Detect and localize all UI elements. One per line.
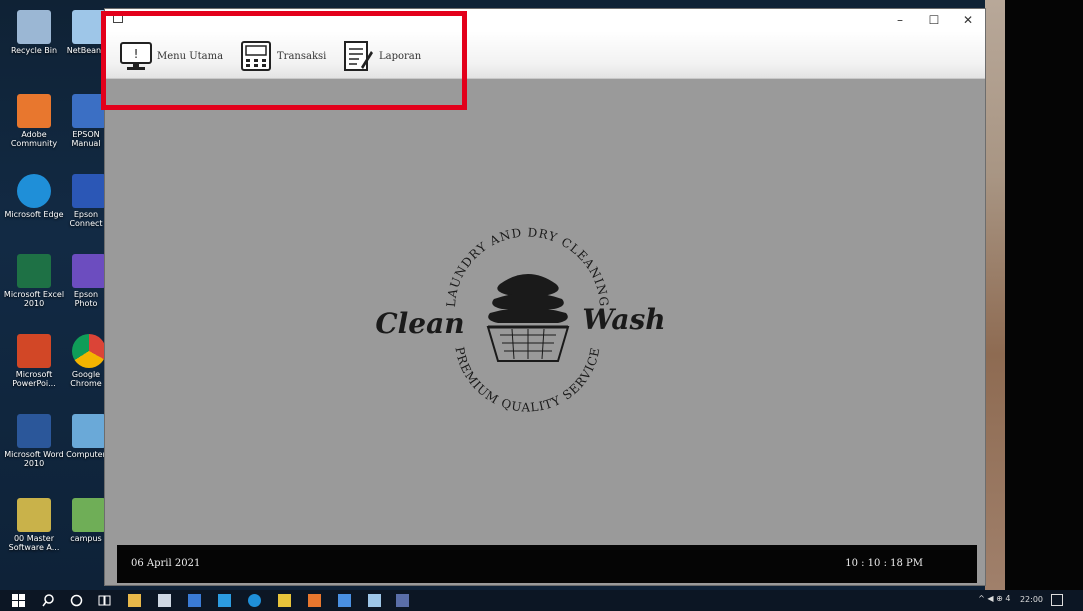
desktop-icon-label: 00 Master Software A... (8, 534, 60, 552)
system-tray[interactable]: ^ ◀ ⊕ 4 (978, 594, 1013, 603)
epson-connect-icon (72, 174, 106, 208)
desktop-icon-label: Microsoft Edge (4, 210, 64, 219)
status-time: 10 : 10 : 18 PM (845, 558, 923, 569)
adobe-icon (17, 94, 51, 128)
desktop-icon-excel[interactable]: Microsoft Excel 2010 (2, 250, 66, 324)
excel-icon (17, 254, 51, 288)
desktop-icon-label: campus (70, 534, 102, 543)
logo-word-clean: Clean (375, 307, 464, 340)
laundry-basket-icon (486, 274, 570, 362)
desktop-icon-epson-manual[interactable]: EPSON Manual (66, 90, 106, 164)
desktop-icon-label: Computer (66, 450, 106, 459)
store-icon[interactable] (158, 594, 171, 607)
desktop-icon-recycle-bin[interactable]: Recycle Bin (2, 6, 66, 80)
mail-icon[interactable] (188, 594, 201, 607)
desktop-icon-label: Recycle Bin (10, 46, 58, 55)
desktop-icon-label: NetBeans (66, 46, 106, 55)
app-taskbar-icon[interactable] (308, 594, 321, 607)
close-button[interactable]: ✕ (951, 9, 985, 31)
desktop-icon-epson-connect[interactable]: Epson Connect (66, 170, 106, 244)
notification-icon[interactable] (1051, 594, 1063, 606)
computer-icon (72, 414, 106, 448)
desktop-icon-label: Epson Connect (69, 210, 103, 228)
file-explorer-icon[interactable] (128, 594, 141, 607)
chrome-taskbar-icon[interactable] (278, 594, 291, 607)
java-app-taskbar-icon[interactable] (368, 594, 381, 607)
desktop-icon-epson-photo[interactable]: Epson Photo (66, 250, 106, 324)
netbeans-taskbar-icon[interactable] (338, 594, 351, 607)
desktop-icon-label: Google Chrome (70, 370, 102, 388)
widgets-icon[interactable] (98, 594, 111, 607)
powerpoint-icon (17, 334, 51, 368)
desktop-icon-word[interactable]: Microsoft Word 2010 (2, 410, 66, 484)
clean-wash-logo: LAUNDRY AND DRY CLEANING PREMIUM QUALITY… (375, 225, 665, 414)
chrome-icon (72, 334, 106, 368)
desktop-icon-label: Microsoft PowerPoi... (12, 370, 56, 388)
desktop-icon-label: EPSON Manual (71, 130, 101, 148)
word-icon (17, 414, 51, 448)
cleanwash-taskbar-icon[interactable] (396, 594, 409, 607)
edge-icon (17, 174, 51, 208)
maximize-button[interactable]: ☐ (917, 9, 951, 31)
desktop-icon-label: Epson Photo (73, 290, 99, 308)
folder-icon (17, 498, 51, 532)
logo-word-wash: Wash (582, 303, 665, 336)
desktop-icon-chrome[interactable]: Google Chrome (66, 330, 106, 404)
taskbar-clock[interactable]: 22:00 (1020, 595, 1043, 604)
recycle-bin-icon (17, 10, 51, 44)
windows-start-icon[interactable] (12, 594, 25, 607)
epson-photo-icon (72, 254, 106, 288)
desktop-icon-edge[interactable]: Microsoft Edge (2, 170, 66, 244)
desktop-icon-label: Microsoft Word 2010 (4, 450, 64, 468)
status-bar: 06 April 2021 10 : 10 : 18 PM (117, 545, 977, 583)
desktop-icon-powerpoint[interactable]: Microsoft PowerPoi... (2, 330, 66, 404)
minimize-button[interactable]: – (883, 9, 917, 31)
edge-taskbar-icon[interactable] (218, 594, 231, 607)
status-date: 06 April 2021 (131, 558, 201, 569)
campus-icon (72, 498, 106, 532)
wallpaper-strip (985, 0, 1005, 590)
desktop-icon-campus[interactable]: campus (66, 494, 106, 568)
task-view-icon[interactable] (70, 594, 83, 607)
desktop-icon-computer[interactable]: Computer (66, 410, 106, 484)
taskbar: ^ ◀ ⊕ 4 22:00 (0, 590, 1083, 611)
search-icon[interactable] (42, 594, 55, 607)
browser-icon[interactable] (248, 594, 261, 607)
desktop-icon-label: Microsoft Excel 2010 (3, 290, 65, 308)
desktop-icon-master-software[interactable]: 00 Master Software A... (2, 494, 66, 568)
highlight-annotation (101, 11, 467, 110)
desktop-icon-label: Adobe Community (10, 130, 58, 148)
screen-border (1005, 0, 1083, 590)
desktop-icon-netbeans[interactable]: NetBeans (66, 6, 106, 80)
desktop-icon-adobe-community[interactable]: Adobe Community (2, 90, 66, 164)
